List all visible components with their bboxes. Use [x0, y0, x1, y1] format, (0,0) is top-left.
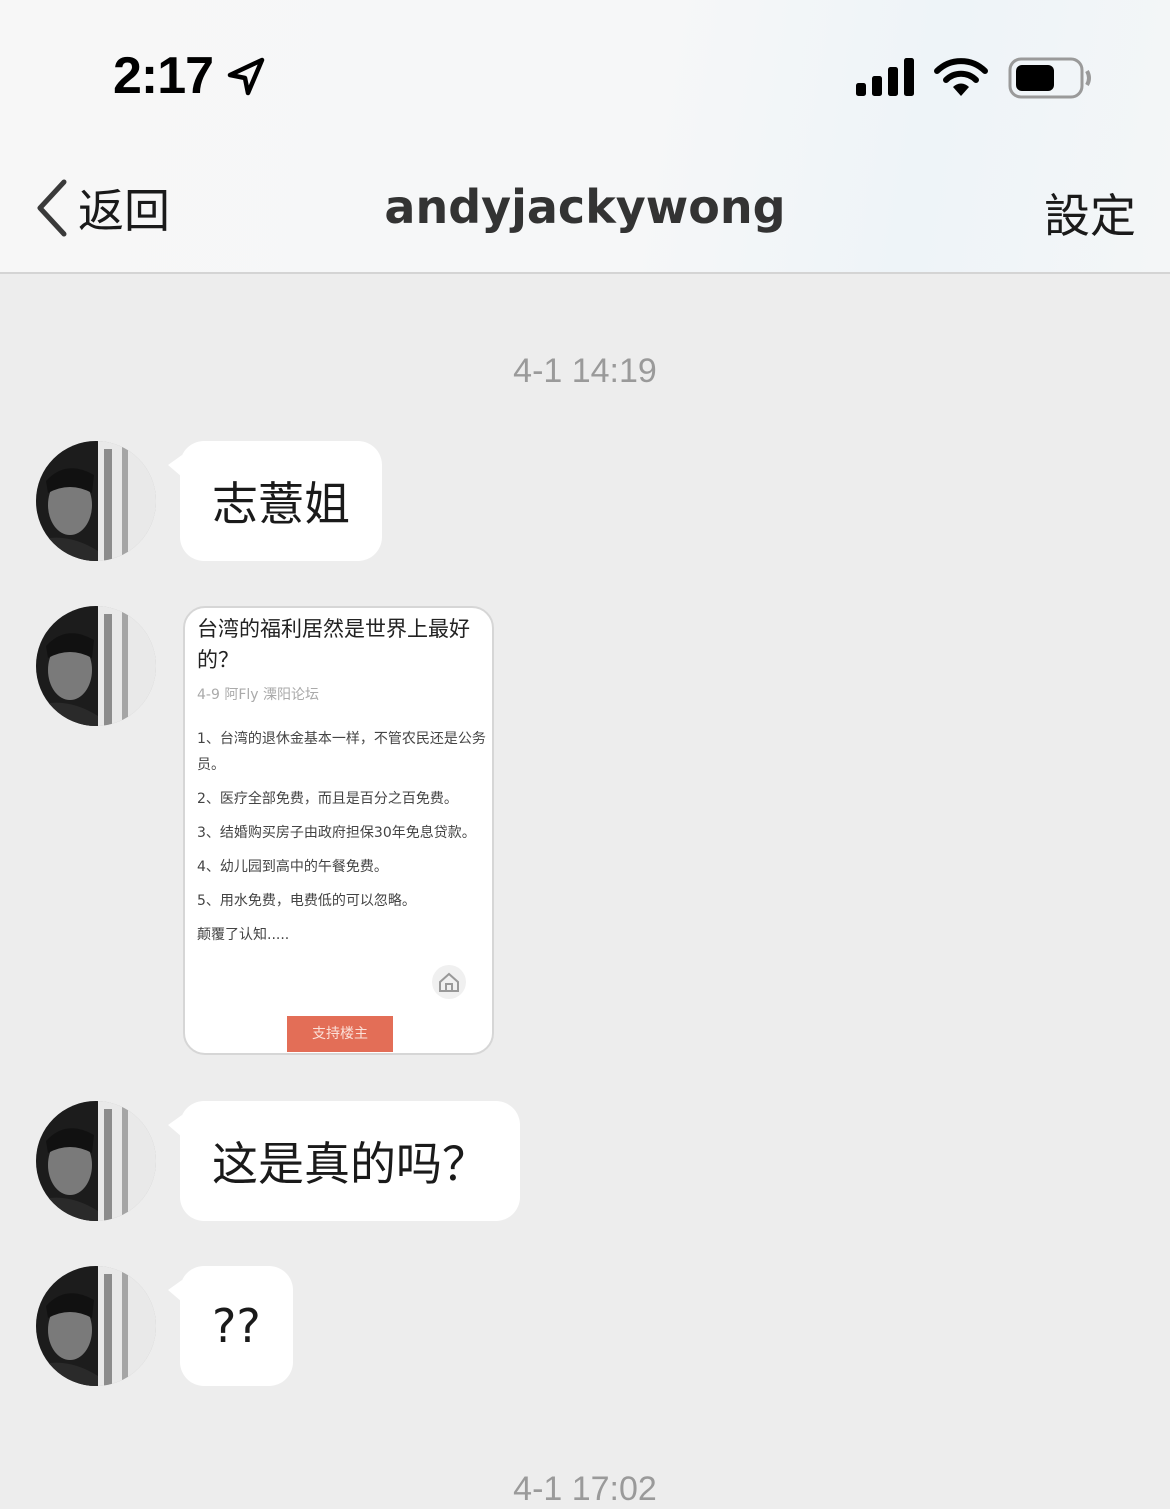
card-meta: 4-9 阿Fly 溧阳论坛: [197, 687, 319, 703]
avatar[interactable]: [36, 606, 156, 726]
shared-image-card[interactable]: 台湾的福利居然是世界上最好的？ 4-9 阿Fly 溧阳论坛 1、台湾的退休金基本…: [183, 606, 494, 1055]
wifi-icon: [934, 58, 988, 96]
card-title: 台湾的福利居然是世界上最好的？: [197, 617, 470, 672]
card-line: 4、幼儿园到高中的午餐免费。: [197, 859, 388, 875]
message-bubble[interactable]: 志薏姐: [168, 441, 382, 561]
avatar[interactable]: [36, 1266, 156, 1386]
card-line: 2、医疗全部免费，而且是百分之百免费。: [197, 791, 458, 807]
card-line: 1、台湾的退休金基本一样，不管农民还是公务员。: [197, 731, 486, 773]
settings-button[interactable]: 設定: [1044, 180, 1136, 246]
message-timestamp: 4-1 14:19: [513, 352, 657, 390]
location-arrow-icon: [227, 57, 265, 96]
top-bar: 2:17 返回 andyjackywong 設定: [0, 0, 1170, 274]
message-bubble[interactable]: ??: [168, 1266, 293, 1386]
page-title: andyjackywong: [384, 180, 786, 234]
message-text: 志薏姐: [212, 477, 350, 531]
cellular-signal-icon: [856, 58, 914, 96]
avatar[interactable]: [36, 1101, 156, 1221]
message-text: 这是真的吗？: [212, 1137, 488, 1191]
status-time: 2:17: [113, 47, 214, 105]
message-timestamp: 4-1 17:02: [513, 1470, 657, 1508]
card-body: 1、台湾的退休金基本一样，不管农民还是公务员。 2、医疗全部免费，而且是百分之百…: [197, 726, 487, 956]
avatar[interactable]: [36, 441, 156, 561]
battery-icon: [1008, 57, 1091, 99]
card-line: 颠覆了认知.....: [197, 927, 290, 943]
card-line: 3、结婚购买房子由政府担保30年免息贷款。: [197, 825, 476, 841]
card-line: 5、用水免费，电费低的可以忽略。: [197, 893, 416, 909]
message-text: ??: [212, 1299, 261, 1353]
card-support-button: 支持楼主: [287, 1016, 393, 1052]
home-icon: [432, 965, 466, 999]
message-bubble[interactable]: 这是真的吗？: [168, 1101, 520, 1221]
